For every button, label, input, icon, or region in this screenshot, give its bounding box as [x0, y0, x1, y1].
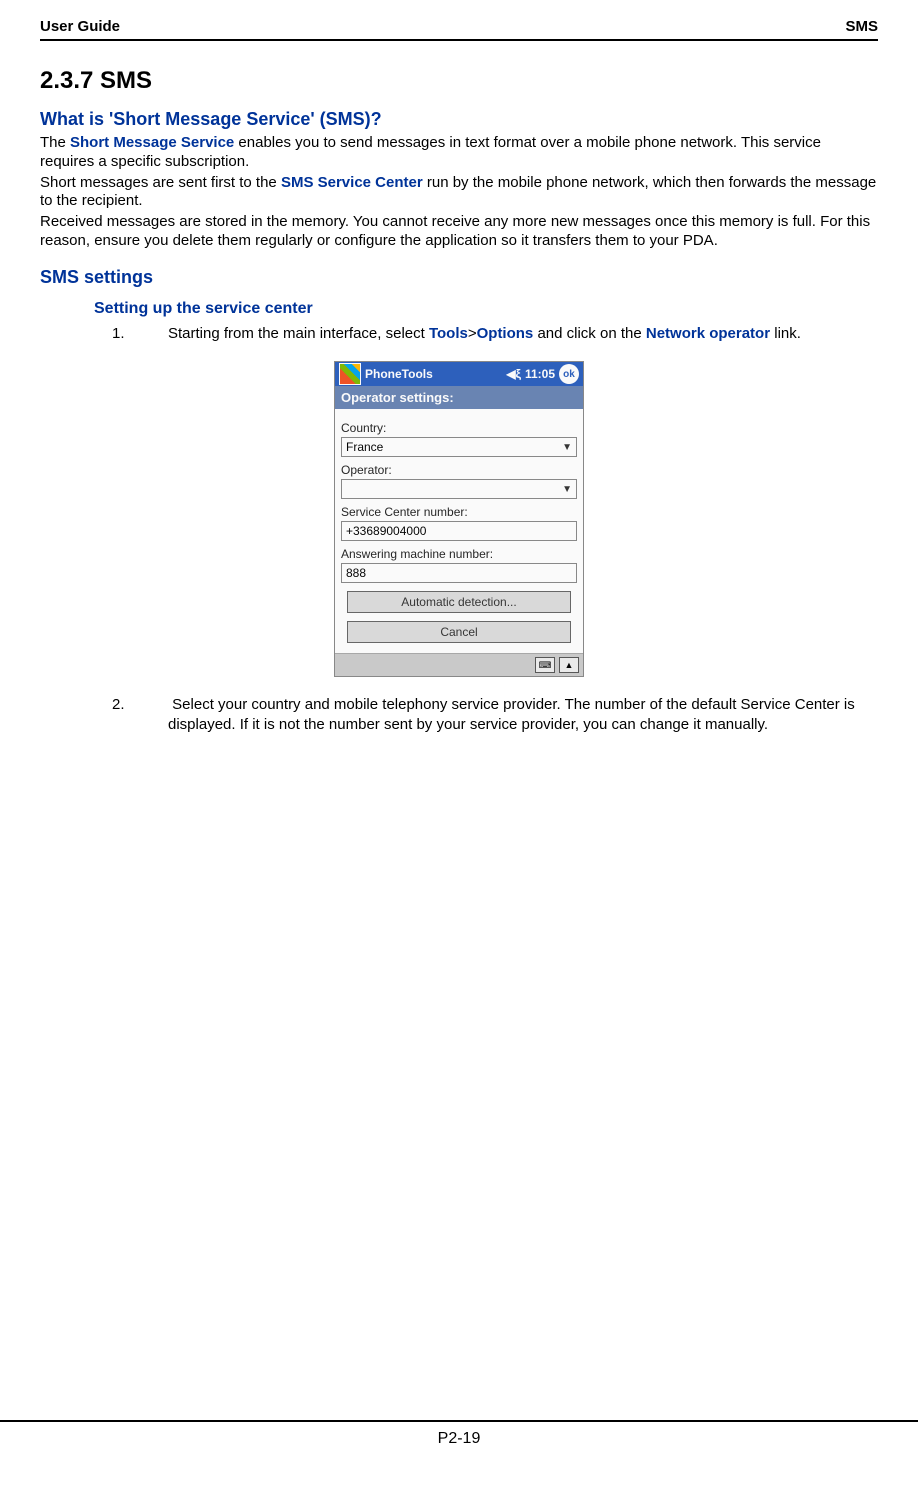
page-footer: P2-19 — [0, 1420, 918, 1468]
section-title: 2.3.7 SMS — [40, 67, 878, 95]
ok-button[interactable]: ok — [559, 364, 579, 384]
step-1: 1.Starting from the main interface, sele… — [140, 324, 878, 344]
chevron-down-icon: ▼ — [562, 484, 572, 495]
label-country: Country: — [341, 421, 577, 435]
text: Starting from the main interface, select — [168, 325, 429, 342]
label-answering-machine-number: Answering machine number: — [341, 547, 577, 561]
pda-taskbar: ⌨ ▲ — [335, 653, 583, 676]
term-sms-service-center: SMS Service Center — [281, 174, 423, 191]
term-tools: Tools — [429, 325, 468, 342]
text: Select your country and mobile telephony… — [168, 696, 855, 733]
heading-setup-service-center: Setting up the service center — [94, 300, 878, 318]
pda-titlebar: PhoneTools ◀ξ 11:05 ok — [335, 362, 583, 386]
automatic-detection-button[interactable]: Automatic detection... — [347, 591, 571, 613]
service-center-number-input[interactable]: +33689004000 — [341, 521, 577, 541]
windows-logo-icon[interactable] — [339, 363, 361, 385]
step-number: 1. — [140, 324, 168, 344]
step-number: 2. — [140, 695, 168, 715]
keyboard-icon[interactable]: ⌨ — [535, 657, 555, 673]
text: link. — [770, 325, 801, 342]
text: Short messages are sent first to the — [40, 174, 281, 191]
separator: > — [468, 325, 477, 342]
paragraph-sms-intro: The Short Message Service enables you to… — [40, 134, 878, 172]
speaker-icon[interactable]: ◀ξ — [506, 367, 521, 381]
country-value: France — [346, 440, 383, 454]
step-2: 2. Select your country and mobile teleph… — [140, 695, 878, 734]
text: The — [40, 134, 70, 151]
country-dropdown[interactable]: France ▼ — [341, 437, 577, 457]
cancel-button[interactable]: Cancel — [347, 621, 571, 643]
operator-dropdown[interactable]: ▼ — [341, 479, 577, 499]
term-short-message-service: Short Message Service — [70, 134, 234, 151]
heading-sms-settings: SMS settings — [40, 267, 878, 288]
pda-clock: 11:05 — [525, 367, 555, 381]
label-service-center-number: Service Center number: — [341, 505, 577, 519]
answering-machine-number-input[interactable]: 888 — [341, 563, 577, 583]
heading-what-is-sms: What is 'Short Message Service' (SMS)? — [40, 109, 878, 130]
answering-machine-value: 888 — [346, 566, 366, 580]
paragraph-service-center: Short messages are sent first to the SMS… — [40, 174, 878, 212]
pda-app-title: PhoneTools — [365, 367, 502, 381]
chevron-down-icon: ▼ — [562, 442, 572, 453]
paragraph-memory: Received messages are stored in the memo… — [40, 213, 878, 251]
text: and click on the — [533, 325, 646, 342]
pda-screenshot: PhoneTools ◀ξ 11:05 ok Operator settings… — [334, 361, 584, 677]
term-network-operator: Network operator — [646, 325, 770, 342]
header-left: User Guide — [40, 18, 120, 35]
term-options: Options — [477, 325, 534, 342]
pda-subtitle: Operator settings: — [335, 386, 583, 409]
label-operator: Operator: — [341, 463, 577, 477]
up-arrow-icon[interactable]: ▲ — [559, 657, 579, 673]
header-right: SMS — [845, 18, 878, 35]
service-center-number-value: +33689004000 — [346, 524, 426, 538]
